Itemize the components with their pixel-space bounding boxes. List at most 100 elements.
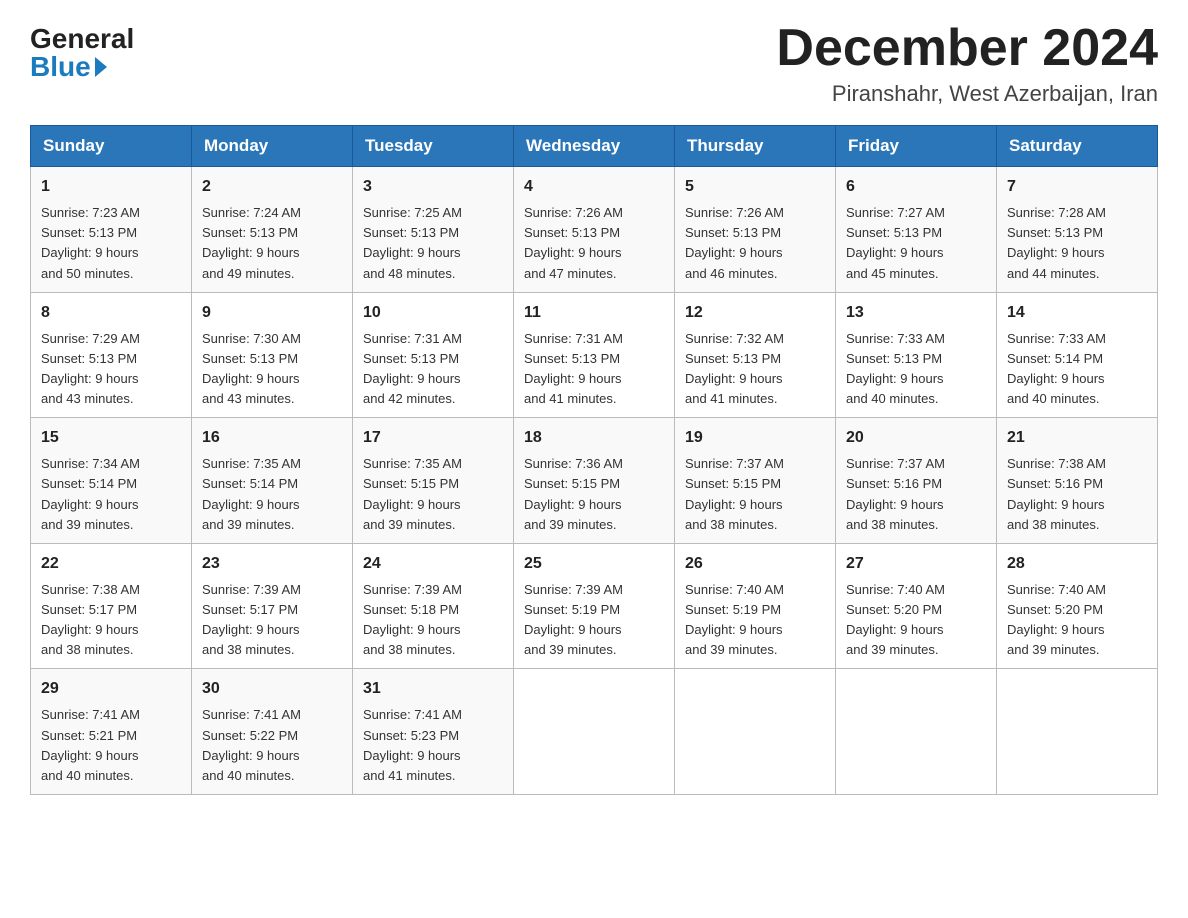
day-info: Sunrise: 7:38 AMSunset: 5:16 PMDaylight:… [1007,456,1106,531]
day-number: 13 [846,301,986,325]
calendar-cell: 3 Sunrise: 7:25 AMSunset: 5:13 PMDayligh… [353,167,514,293]
day-info: Sunrise: 7:35 AMSunset: 5:15 PMDaylight:… [363,456,462,531]
day-number: 11 [524,301,664,325]
calendar-cell: 22 Sunrise: 7:38 AMSunset: 5:17 PMDaylig… [31,543,192,669]
day-number: 23 [202,552,342,576]
day-info: Sunrise: 7:25 AMSunset: 5:13 PMDaylight:… [363,205,462,280]
day-info: Sunrise: 7:24 AMSunset: 5:13 PMDaylight:… [202,205,301,280]
calendar-cell: 18 Sunrise: 7:36 AMSunset: 5:15 PMDaylig… [514,418,675,544]
day-info: Sunrise: 7:30 AMSunset: 5:13 PMDaylight:… [202,331,301,406]
logo: General Blue [30,20,134,81]
weekday-header-row: SundayMondayTuesdayWednesdayThursdayFrid… [31,126,1158,167]
day-info: Sunrise: 7:37 AMSunset: 5:16 PMDaylight:… [846,456,945,531]
day-info: Sunrise: 7:41 AMSunset: 5:22 PMDaylight:… [202,707,301,782]
day-number: 20 [846,426,986,450]
day-number: 18 [524,426,664,450]
day-info: Sunrise: 7:40 AMSunset: 5:19 PMDaylight:… [685,582,784,657]
day-info: Sunrise: 7:26 AMSunset: 5:13 PMDaylight:… [685,205,784,280]
calendar-cell [836,669,997,795]
calendar-cell: 2 Sunrise: 7:24 AMSunset: 5:13 PMDayligh… [192,167,353,293]
day-number: 16 [202,426,342,450]
day-info: Sunrise: 7:38 AMSunset: 5:17 PMDaylight:… [41,582,140,657]
calendar-week-row: 8 Sunrise: 7:29 AMSunset: 5:13 PMDayligh… [31,292,1158,418]
calendar-cell: 29 Sunrise: 7:41 AMSunset: 5:21 PMDaylig… [31,669,192,795]
day-info: Sunrise: 7:37 AMSunset: 5:15 PMDaylight:… [685,456,784,531]
day-number: 5 [685,175,825,199]
title-section: December 2024 Piranshahr, West Azerbaija… [776,20,1158,107]
logo-blue-text: Blue [30,53,107,81]
day-number: 14 [1007,301,1147,325]
calendar-week-row: 29 Sunrise: 7:41 AMSunset: 5:21 PMDaylig… [31,669,1158,795]
day-number: 22 [41,552,181,576]
day-info: Sunrise: 7:31 AMSunset: 5:13 PMDaylight:… [363,331,462,406]
logo-arrow-icon [95,57,107,77]
day-info: Sunrise: 7:35 AMSunset: 5:14 PMDaylight:… [202,456,301,531]
calendar-week-row: 15 Sunrise: 7:34 AMSunset: 5:14 PMDaylig… [31,418,1158,544]
calendar-cell: 5 Sunrise: 7:26 AMSunset: 5:13 PMDayligh… [675,167,836,293]
calendar-cell: 27 Sunrise: 7:40 AMSunset: 5:20 PMDaylig… [836,543,997,669]
day-info: Sunrise: 7:33 AMSunset: 5:14 PMDaylight:… [1007,331,1106,406]
day-info: Sunrise: 7:40 AMSunset: 5:20 PMDaylight:… [846,582,945,657]
calendar-cell: 31 Sunrise: 7:41 AMSunset: 5:23 PMDaylig… [353,669,514,795]
day-number: 12 [685,301,825,325]
calendar-cell: 21 Sunrise: 7:38 AMSunset: 5:16 PMDaylig… [997,418,1158,544]
calendar-cell: 23 Sunrise: 7:39 AMSunset: 5:17 PMDaylig… [192,543,353,669]
page-header: General Blue December 2024 Piranshahr, W… [30,20,1158,107]
day-number: 10 [363,301,503,325]
calendar-cell: 26 Sunrise: 7:40 AMSunset: 5:19 PMDaylig… [675,543,836,669]
day-number: 8 [41,301,181,325]
day-info: Sunrise: 7:36 AMSunset: 5:15 PMDaylight:… [524,456,623,531]
weekday-header-saturday: Saturday [997,126,1158,167]
weekday-header-wednesday: Wednesday [514,126,675,167]
calendar-week-row: 22 Sunrise: 7:38 AMSunset: 5:17 PMDaylig… [31,543,1158,669]
day-info: Sunrise: 7:39 AMSunset: 5:17 PMDaylight:… [202,582,301,657]
weekday-header-tuesday: Tuesday [353,126,514,167]
calendar-cell: 20 Sunrise: 7:37 AMSunset: 5:16 PMDaylig… [836,418,997,544]
day-number: 6 [846,175,986,199]
day-number: 25 [524,552,664,576]
calendar-cell: 12 Sunrise: 7:32 AMSunset: 5:13 PMDaylig… [675,292,836,418]
day-info: Sunrise: 7:31 AMSunset: 5:13 PMDaylight:… [524,331,623,406]
calendar-cell [997,669,1158,795]
day-info: Sunrise: 7:23 AMSunset: 5:13 PMDaylight:… [41,205,140,280]
calendar-cell [514,669,675,795]
calendar-cell: 11 Sunrise: 7:31 AMSunset: 5:13 PMDaylig… [514,292,675,418]
day-info: Sunrise: 7:32 AMSunset: 5:13 PMDaylight:… [685,331,784,406]
day-number: 27 [846,552,986,576]
logo-general-text: General [30,25,134,53]
calendar-cell [675,669,836,795]
calendar-cell: 17 Sunrise: 7:35 AMSunset: 5:15 PMDaylig… [353,418,514,544]
day-info: Sunrise: 7:41 AMSunset: 5:23 PMDaylight:… [363,707,462,782]
location-text: Piranshahr, West Azerbaijan, Iran [776,81,1158,107]
calendar-cell: 16 Sunrise: 7:35 AMSunset: 5:14 PMDaylig… [192,418,353,544]
calendar-cell: 4 Sunrise: 7:26 AMSunset: 5:13 PMDayligh… [514,167,675,293]
weekday-header-sunday: Sunday [31,126,192,167]
calendar-cell: 10 Sunrise: 7:31 AMSunset: 5:13 PMDaylig… [353,292,514,418]
calendar-cell: 24 Sunrise: 7:39 AMSunset: 5:18 PMDaylig… [353,543,514,669]
day-number: 9 [202,301,342,325]
calendar-cell: 28 Sunrise: 7:40 AMSunset: 5:20 PMDaylig… [997,543,1158,669]
calendar-cell: 30 Sunrise: 7:41 AMSunset: 5:22 PMDaylig… [192,669,353,795]
calendar-cell: 7 Sunrise: 7:28 AMSunset: 5:13 PMDayligh… [997,167,1158,293]
day-info: Sunrise: 7:39 AMSunset: 5:18 PMDaylight:… [363,582,462,657]
day-info: Sunrise: 7:27 AMSunset: 5:13 PMDaylight:… [846,205,945,280]
calendar-cell: 1 Sunrise: 7:23 AMSunset: 5:13 PMDayligh… [31,167,192,293]
day-info: Sunrise: 7:29 AMSunset: 5:13 PMDaylight:… [41,331,140,406]
day-number: 19 [685,426,825,450]
calendar-cell: 19 Sunrise: 7:37 AMSunset: 5:15 PMDaylig… [675,418,836,544]
day-info: Sunrise: 7:26 AMSunset: 5:13 PMDaylight:… [524,205,623,280]
day-info: Sunrise: 7:33 AMSunset: 5:13 PMDaylight:… [846,331,945,406]
day-number: 15 [41,426,181,450]
day-number: 31 [363,677,503,701]
day-info: Sunrise: 7:41 AMSunset: 5:21 PMDaylight:… [41,707,140,782]
calendar-week-row: 1 Sunrise: 7:23 AMSunset: 5:13 PMDayligh… [31,167,1158,293]
day-number: 29 [41,677,181,701]
month-title: December 2024 [776,20,1158,77]
calendar-cell: 13 Sunrise: 7:33 AMSunset: 5:13 PMDaylig… [836,292,997,418]
weekday-header-monday: Monday [192,126,353,167]
calendar-cell: 8 Sunrise: 7:29 AMSunset: 5:13 PMDayligh… [31,292,192,418]
weekday-header-thursday: Thursday [675,126,836,167]
calendar-table: SundayMondayTuesdayWednesdayThursdayFrid… [30,125,1158,795]
day-info: Sunrise: 7:28 AMSunset: 5:13 PMDaylight:… [1007,205,1106,280]
calendar-cell: 9 Sunrise: 7:30 AMSunset: 5:13 PMDayligh… [192,292,353,418]
